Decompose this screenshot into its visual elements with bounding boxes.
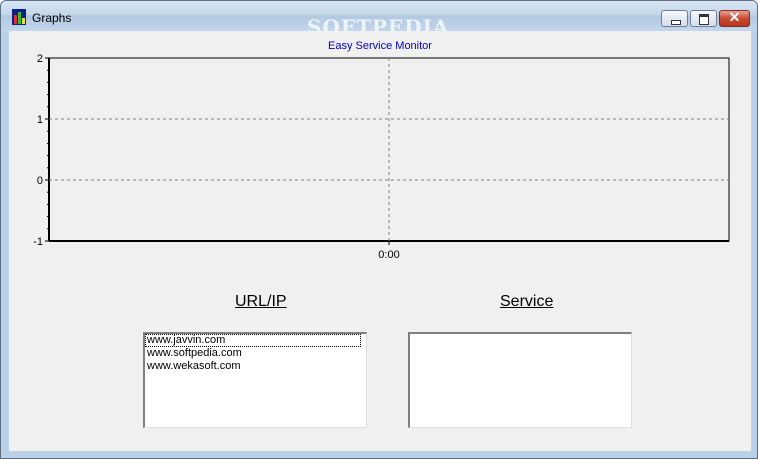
url-ip-heading: URL/IP	[235, 293, 287, 310]
client-area: Easy Service Monitor 2 1 0 -1 0:00 URL/IP Se…	[9, 31, 751, 451]
title-bar[interactable]: Graphs SOFTPEDIA ✕	[1, 1, 757, 39]
minimize-button[interactable]	[661, 10, 688, 27]
y-tick-label: 0	[37, 175, 43, 187]
bar-chart-icon	[12, 9, 26, 25]
monitor-chart: 2 1 0 -1 0:00	[33, 53, 730, 261]
close-icon: ✕	[728, 9, 741, 25]
minimize-icon	[671, 20, 681, 25]
maximize-icon	[699, 14, 709, 25]
close-button[interactable]: ✕	[719, 9, 750, 27]
y-tick-label: 1	[37, 114, 43, 126]
service-heading: Service	[500, 293, 554, 310]
maximize-button[interactable]	[690, 10, 717, 27]
y-tick-label: -1	[33, 236, 43, 248]
x-tick-label: 0:00	[378, 249, 399, 261]
url-list-item[interactable]: www.softpedia.com	[145, 347, 366, 360]
service-listbox[interactable]	[408, 332, 632, 428]
y-tick-label: 2	[37, 53, 43, 65]
window-title: Graphs	[32, 11, 72, 25]
url-list-item[interactable]: www.javvin.com	[145, 334, 361, 347]
graphs-window: Graphs SOFTPEDIA ✕ Easy Service Monitor …	[0, 0, 758, 459]
url-listbox[interactable]: www.javvin.com www.softpedia.com www.wekas…	[143, 332, 367, 428]
url-list-item[interactable]: www.wekasoft.com	[145, 360, 366, 373]
